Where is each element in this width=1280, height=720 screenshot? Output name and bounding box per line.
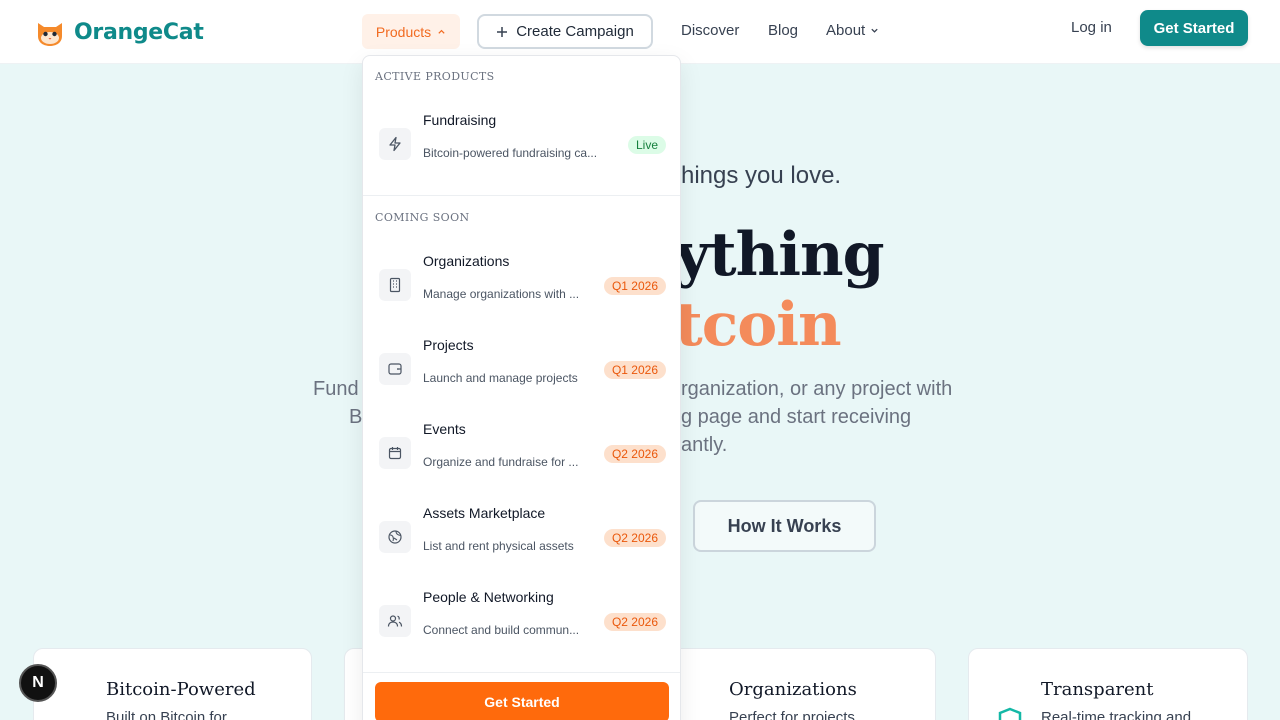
products-dropdown-menu: ACTIVE PRODUCTS Fundraising Bitcoin-powe… <box>362 55 681 720</box>
create-campaign-button[interactable]: Create Campaign <box>477 14 653 49</box>
building-icon <box>379 269 411 301</box>
dropdown-item-desc: Organize and fundraise for ... <box>423 455 579 469</box>
dropdown-item-desc: Bitcoin-powered fundraising ca... <box>423 146 598 160</box>
create-campaign-label: Create Campaign <box>516 23 634 40</box>
status-badge: Q2 2026 <box>603 613 666 631</box>
dropdown-item-desc: Launch and manage projects <box>423 371 578 385</box>
status-badge: Live <box>627 136 666 154</box>
dropdown-divider <box>363 672 680 673</box>
feature-card-title: Bitcoin-Powered <box>106 679 256 700</box>
hero-text-right-1: rganization, or any project with <box>681 378 953 400</box>
hero-tagline: hings you love. <box>681 162 842 189</box>
feature-card-desc: Built on Bitcoin for <box>106 709 227 720</box>
feature-card-title: Transparent <box>1041 679 1154 700</box>
dropdown-item-desc: List and rent physical assets <box>423 539 574 553</box>
dropdown-get-started-button[interactable]: Get Started <box>375 682 669 720</box>
hero-text-right-3: antly. <box>681 434 728 456</box>
status-badge: Q2 2026 <box>603 445 666 463</box>
active-products-heading: ACTIVE PRODUCTS <box>375 70 495 83</box>
dropdown-item-title: Events <box>423 421 466 437</box>
dev-tools-badge[interactable]: N <box>19 664 57 702</box>
nav-products-label: Products <box>375 23 432 40</box>
get-started-button[interactable]: Get Started <box>1140 10 1248 46</box>
brand-name: OrangeCat <box>74 19 204 45</box>
users-icon <box>379 605 411 637</box>
coming-soon-heading: COMING SOON <box>375 211 470 224</box>
hero-text-left-1: Fund <box>313 378 359 400</box>
dropdown-item-assets-marketplace[interactable]: Assets Marketplace List and rent physica… <box>363 491 680 571</box>
feature-card-bitcoin: Bitcoin-Powered Built on Bitcoin for <box>33 648 312 720</box>
dropdown-item-title: Organizations <box>423 253 510 269</box>
nav-products-button[interactable]: Products <box>362 14 460 49</box>
status-badge: Q1 2026 <box>603 361 666 379</box>
feature-card-desc: Real-time tracking and <box>1041 709 1192 720</box>
chevron-up-icon <box>438 29 445 34</box>
cat-logo-icon <box>38 23 62 46</box>
wallet-icon <box>379 353 411 385</box>
feature-card-transparent: Transparent Real-time tracking and <box>968 648 1248 720</box>
nav-discover-link[interactable]: Discover <box>681 22 739 39</box>
shield-icon <box>998 707 1022 720</box>
hero-heading-line1: ything <box>675 220 885 290</box>
login-link[interactable]: Log in <box>1071 19 1112 36</box>
globe-icon <box>379 521 411 553</box>
dropdown-divider <box>363 195 680 196</box>
lightning-icon <box>379 128 411 160</box>
dropdown-item-title: Assets Marketplace <box>423 505 546 521</box>
chevron-down-icon <box>871 28 878 33</box>
nav-about-label: About <box>826 22 866 39</box>
feature-card-title: Organizations <box>729 679 857 700</box>
calendar-icon <box>379 437 411 469</box>
how-it-works-button[interactable]: How It Works <box>693 500 876 552</box>
hero-heading-line2: tcoin <box>675 290 842 360</box>
nav-blog-link[interactable]: Blog <box>768 22 798 39</box>
dropdown-item-title: Projects <box>423 337 474 353</box>
dropdown-item-title: Fundraising <box>423 112 497 128</box>
dropdown-item-title: People & Networking <box>423 589 554 605</box>
dropdown-item-events[interactable]: Events Organize and fundraise for ... Q2… <box>363 407 680 487</box>
hero-text-left-2: B <box>349 406 363 428</box>
status-badge: Q2 2026 <box>603 529 666 547</box>
plus-icon <box>497 26 508 37</box>
hero-text-right-2: g page and start receiving <box>681 406 912 428</box>
nav-about-menu[interactable]: About <box>826 22 879 39</box>
feature-card-desc: Perfect for projects <box>729 709 855 720</box>
dropdown-item-fundraising[interactable]: Fundraising Bitcoin-powered fundraising … <box>363 98 680 178</box>
status-badge: Q1 2026 <box>603 277 666 295</box>
feature-card-organizations: Organizations Perfect for projects <box>656 648 936 720</box>
dropdown-item-projects[interactable]: Projects Launch and manage projects Q1 2… <box>363 323 680 403</box>
brand-logo[interactable]: OrangeCat <box>34 16 204 48</box>
dropdown-item-desc: Manage organizations with ... <box>423 287 580 301</box>
dropdown-item-people-networking[interactable]: People & Networking Connect and build co… <box>363 575 680 655</box>
dropdown-item-organizations[interactable]: Organizations Manage organizations with … <box>363 239 680 319</box>
dropdown-item-desc: Connect and build commun... <box>423 623 580 637</box>
